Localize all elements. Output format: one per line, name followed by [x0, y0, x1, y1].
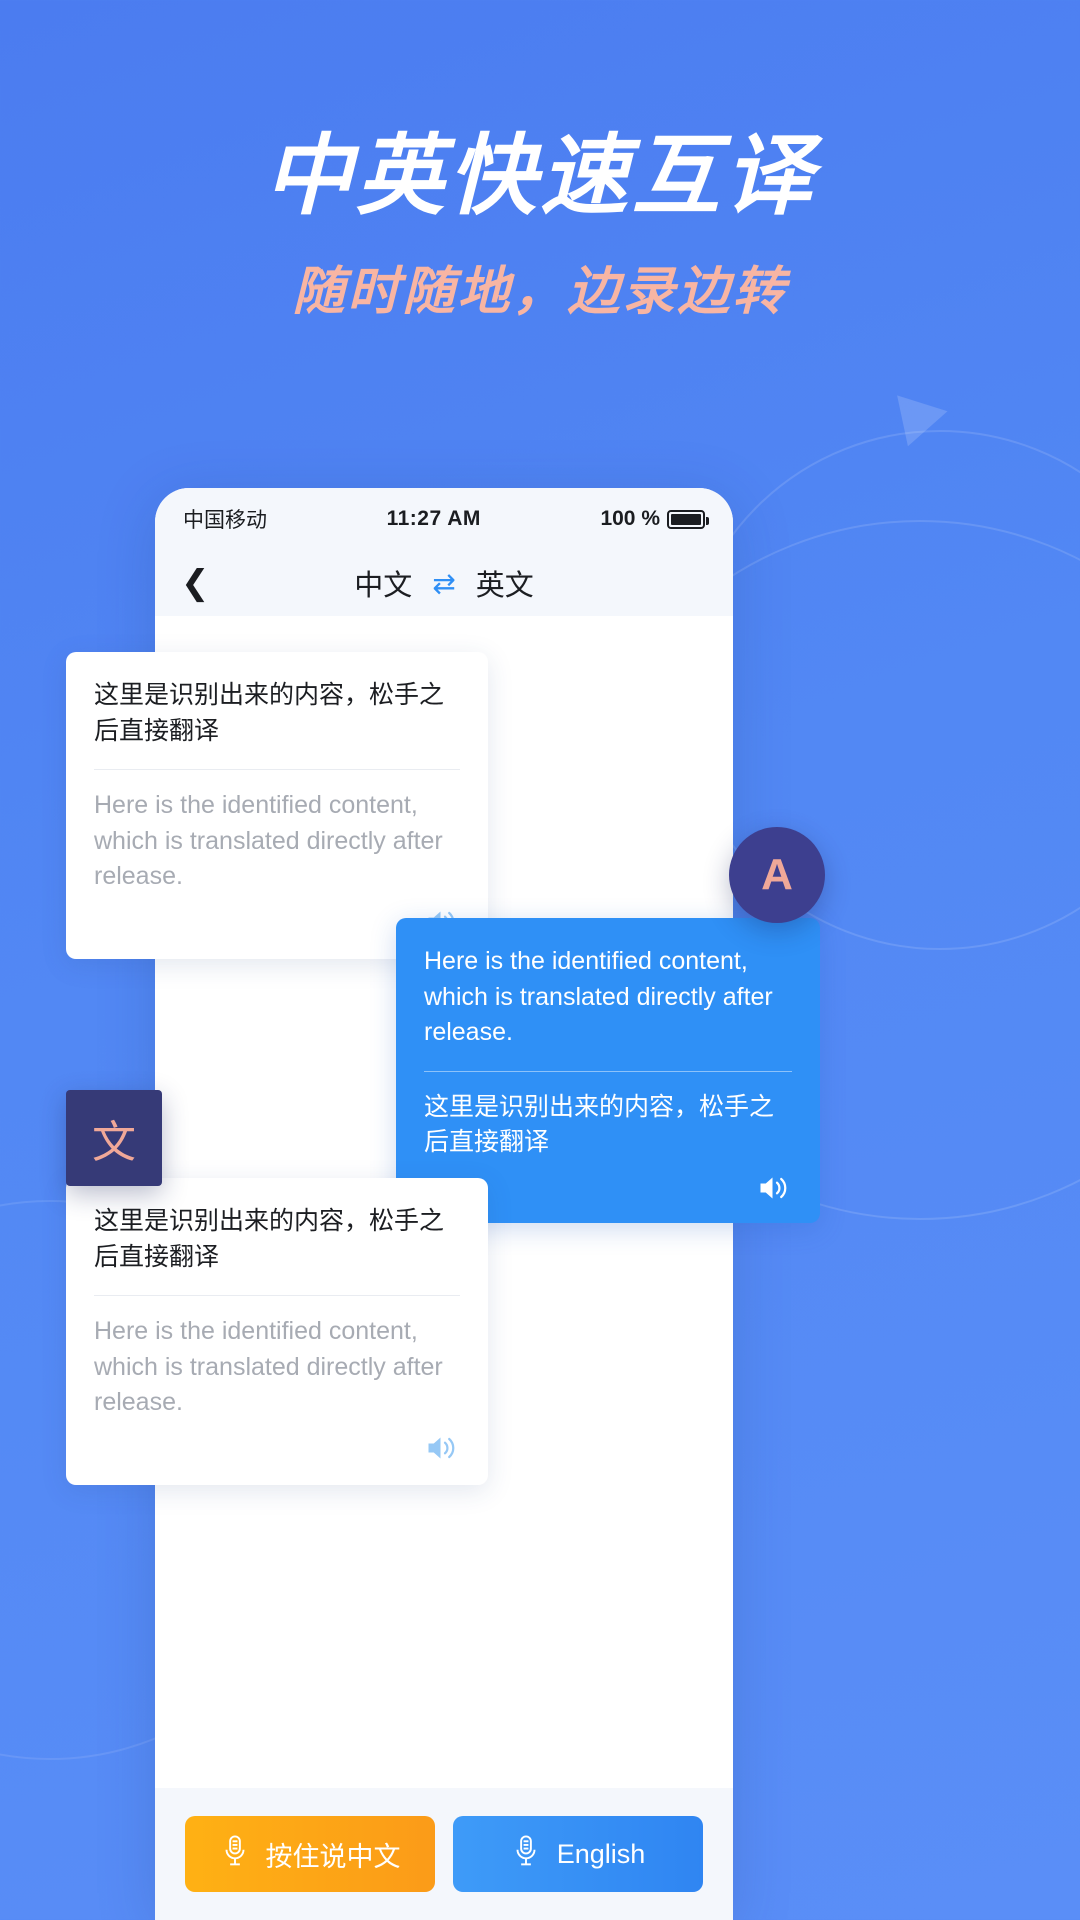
swap-horizontal-icon[interactable]: ⇄ — [432, 567, 455, 600]
language-pair: 中文 ⇄ 英文 — [155, 562, 733, 604]
page-subtitle: 随时随地，边录边转 — [292, 261, 788, 322]
microphone-icon — [220, 1834, 250, 1875]
message-source-text: 这里是识别出来的内容，松手之后直接翻译 — [94, 1207, 445, 1271]
message-divider — [424, 1070, 792, 1072]
message-divider — [94, 1295, 460, 1296]
page-title: 中英快速互译 — [263, 124, 816, 227]
avatar: A — [729, 827, 825, 923]
microphone-icon — [511, 1834, 541, 1875]
status-time: 11:27 AM — [386, 507, 481, 530]
status-battery-group: 100 % — [600, 507, 709, 531]
status-carrier: 中国移动 — [183, 509, 267, 532]
battery-percent-label: 100 % — [600, 507, 660, 530]
nav-bar: ❮ 中文 ⇄ 英文 — [155, 550, 733, 616]
message-divider — [94, 769, 460, 770]
message-1[interactable]: 这里是识别出来的内容，松手之后直接翻译 Here is the identifie… — [66, 652, 488, 959]
speak-english-button[interactable]: English — [453, 1816, 703, 1892]
message-source-text: 这里是识别出来的内容，松手之后直接翻译 — [94, 681, 445, 745]
chevron-left-icon[interactable]: ❮ — [181, 566, 241, 600]
hero-headline: 中英快速互译 随时随地，边录边转 — [0, 124, 1080, 324]
message-translated-text: 这里是识别出来的内容，松手之后直接翻译 — [424, 1092, 775, 1157]
battery-full-icon — [667, 509, 709, 529]
speaker-icon[interactable] — [94, 1431, 460, 1465]
source-language-label[interactable]: 中文 — [354, 562, 412, 604]
status-bar: 中国移动 11:27 AM 100 % — [155, 488, 733, 550]
button-label: 按住说中文 — [265, 1841, 401, 1872]
target-language-label[interactable]: 英文 — [476, 562, 534, 604]
message-source-text: Here is the identified content, which is… — [424, 947, 773, 1046]
button-label: English — [556, 1838, 646, 1869]
message-3[interactable]: 这里是识别出来的内容，松手之后直接翻译 Here is the identifie… — [66, 1178, 488, 1485]
message-2[interactable]: Here is the identified content, which is… — [396, 918, 820, 1223]
message-translated-text: Here is the identified content, which is… — [94, 791, 443, 890]
language-tile: 文 — [66, 1090, 162, 1186]
hold-to-speak-chinese-button[interactable]: 按住说中文 — [185, 1816, 435, 1892]
bottom-action-bar: 按住说中文 English — [155, 1788, 733, 1920]
message-translated-text: Here is the identified content, which is… — [94, 1317, 443, 1416]
decor-triangle-icon — [897, 385, 953, 447]
